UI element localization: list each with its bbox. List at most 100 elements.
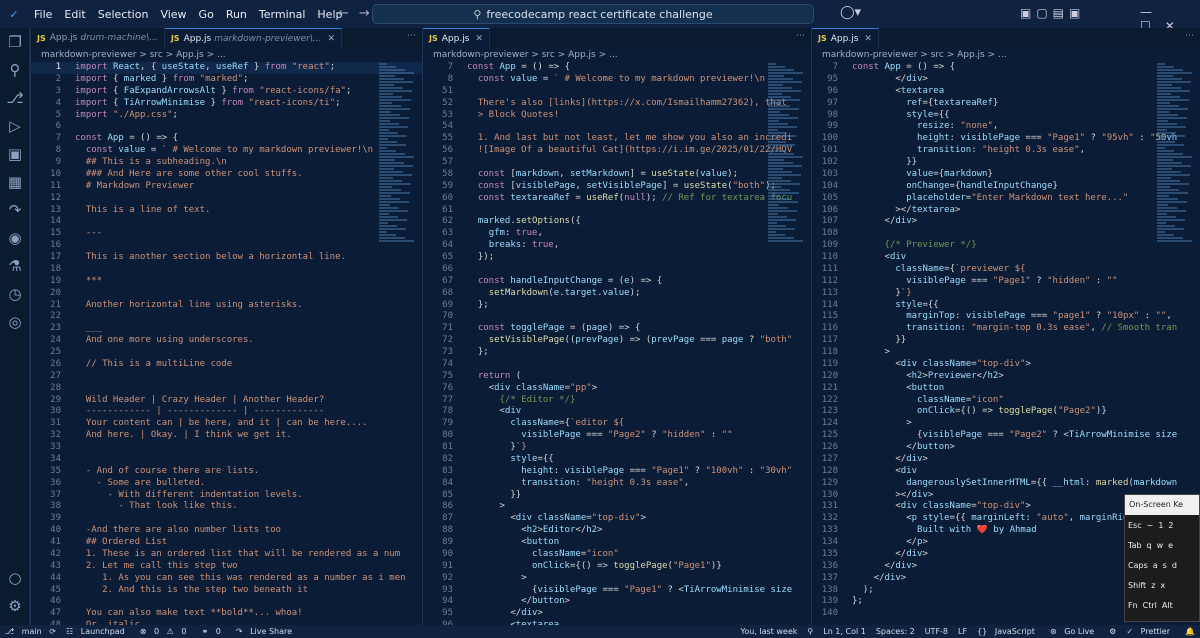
minimap[interactable] [1157,62,1193,302]
notifications-icon[interactable]: 🔔 [1185,627,1195,636]
go-live-status[interactable]: ⊛ Go Live [1050,627,1099,636]
code-line[interactable]: 109 {/* Previewer */} [812,240,1200,252]
timeline-icon[interactable]: ◷ [5,284,25,304]
close-icon[interactable]: ✕ [475,34,483,44]
close-icon[interactable]: ✕ [327,34,335,44]
code-line[interactable]: 26 // This is a multiLine code [31,359,422,371]
code-line[interactable]: 68 setMarkdown(e.target.value); [423,288,811,300]
code-line[interactable]: 90 className="icon" [423,549,811,561]
copilot-icon[interactable]: ◯▾ [840,5,861,20]
code-line[interactable]: 30 ------------ | ------------- | ------… [31,406,422,418]
code-line[interactable]: 122 className="icon" [812,395,1200,407]
code-line[interactable]: 92 > [423,573,811,585]
copilot-icon[interactable]: ◎ [5,312,25,332]
code-line[interactable]: 120 <h2>Previewer</h2> [812,371,1200,383]
prettier-status[interactable]: ✓ Prettier [1126,627,1175,636]
code-line[interactable]: 32 And here. | Okay. | I think we get it… [31,430,422,442]
code-line[interactable]: 106 ></textarea> [812,205,1200,217]
code-line[interactable]: 98 style={{ [812,110,1200,122]
osk-key[interactable]: Fn [1128,601,1138,610]
accounts-icon[interactable]: ○ [5,568,25,588]
code-line[interactable]: 7 const App = () => { [812,62,1200,74]
code-line[interactable]: 87 <div className="top-div"> [423,513,811,525]
code-line[interactable]: 21 Another horizontal line using asteris… [31,300,422,312]
code-line[interactable]: 6 [31,121,422,133]
code-line[interactable]: 14 [31,216,422,228]
code-line[interactable]: 80 visiblePage === "Page2" ? "hidden" : … [423,430,811,442]
minimap[interactable] [379,62,415,302]
layout-controls[interactable]: ▣▢▤▣ [1020,6,1085,20]
code-line[interactable]: 86 > [423,501,811,513]
code-line[interactable]: 76 <div className="pp"> [423,383,811,395]
files-icon[interactable]: ❐ [5,32,25,52]
code-line[interactable]: 16 [31,240,422,252]
code-line[interactable]: 34 [31,454,422,466]
code-line[interactable]: 29 Wild Header | Crazy Header | Another … [31,395,422,407]
code-line[interactable]: 73 }; [423,347,811,359]
code-line[interactable]: 11 # Markdown Previewer [31,181,422,193]
osk-key[interactable]: a [1153,561,1158,570]
minimap[interactable] [768,62,804,302]
more-actions-icon[interactable]: ⋯ [1185,31,1194,41]
code-line[interactable]: 7 const App = () => { [423,62,811,74]
osk-key[interactable]: z [1151,581,1155,590]
tab-app-js[interactable]: JS App.js ✕ [812,28,879,48]
settings-icon[interactable]: ⚙ [5,596,25,616]
code-line[interactable]: 75 return ( [423,371,811,383]
menu-item-go[interactable]: Go [199,8,214,21]
code-line[interactable]: 94 </button> [423,596,811,608]
code-line[interactable]: 57 [423,157,811,169]
code-line[interactable]: 44 1. As you can see this was rendered a… [31,573,422,585]
code-line[interactable]: 81 }`} [423,442,811,454]
code-line[interactable]: 116 transition: "margin-top 0.3s ease", … [812,323,1200,335]
code-line[interactable]: 119 <div className="top-div"> [812,359,1200,371]
search-icon[interactable]: ⚲ [5,60,25,80]
breadcrumb[interactable]: markdown-previewer > src > App.js > ... [31,48,422,62]
code-line[interactable]: 27 [31,371,422,383]
code-line[interactable]: 43 2. Let me call this step two [31,561,422,573]
language-status[interactable]: {} JavaScript [977,627,1040,636]
code-line[interactable]: 31 Your content can | be here, and it | … [31,418,422,430]
code-line[interactable]: 41 ## Ordered List [31,537,422,549]
code-line[interactable]: 84 transition: "height 0.3s ease", [423,478,811,490]
live-share-status[interactable]: ↷ Live Share [236,627,297,636]
code-line[interactable]: 23 ___ [31,323,422,335]
osk-key[interactable]: Tab [1128,541,1142,550]
code-line[interactable]: 17 This is another section below a horiz… [31,252,422,264]
osk-key[interactable]: 2 [1168,521,1173,530]
code-line[interactable]: 79 className={`editor ${ [423,418,811,430]
menu-item-file[interactable]: File [34,8,52,21]
code-line[interactable]: 88 <h2>Editor</h2> [423,525,811,537]
encoding-status[interactable]: UTF-8 [925,627,948,636]
osk-key[interactable]: s [1163,561,1167,570]
code-line[interactable]: 102 }} [812,157,1200,169]
code-line[interactable]: 61 [423,205,811,217]
code-line[interactable]: 95 </div> [812,74,1200,86]
osk-key[interactable]: x [1160,581,1165,590]
zoom-icon[interactable]: ⚲ [807,627,813,636]
code-line[interactable]: 1 import React, { useState, useRef } from… [31,62,422,74]
code-line[interactable]: 118 > [812,347,1200,359]
code-line[interactable]: 78 <div [423,406,811,418]
osk-row-4[interactable]: Shift z x [1125,575,1199,595]
code-line[interactable]: 36 - Some are bulleted. [31,478,422,490]
code-line[interactable]: 12 [31,193,422,205]
code-line[interactable]: 123 onClick={() => togglePage("Page2")} [812,406,1200,418]
source-control-icon[interactable]: ⎇ [5,88,25,108]
problems-status[interactable]: ⊗ 0 ⚠ 0 [140,627,192,636]
code-line[interactable]: 52 There's also [links](https://x.com/Is… [423,98,811,110]
code-line[interactable]: 51 [423,86,811,98]
code-line[interactable]: 69 }; [423,300,811,312]
osk-key[interactable]: Caps [1128,561,1148,570]
code-line[interactable]: 2 import { marked } from "marked"; [31,74,422,86]
code-line[interactable]: 15 --- [31,228,422,240]
code-line[interactable]: 3 import { FaExpandArrowsAlt } from "reac… [31,86,422,98]
code-line[interactable]: 128 <div [812,466,1200,478]
code-line[interactable]: 45 2. And this is the step two beneath i… [31,585,422,597]
code-line[interactable]: 25 [31,347,422,359]
osk-key[interactable]: q [1147,541,1152,550]
launchpad-status[interactable]: ☷ Launchpad [66,627,130,636]
code-line[interactable]: 64 breaks: true, [423,240,811,252]
indentation-status[interactable]: Spaces: 2 [876,627,915,636]
code-line[interactable]: 114 style={{ [812,300,1200,312]
